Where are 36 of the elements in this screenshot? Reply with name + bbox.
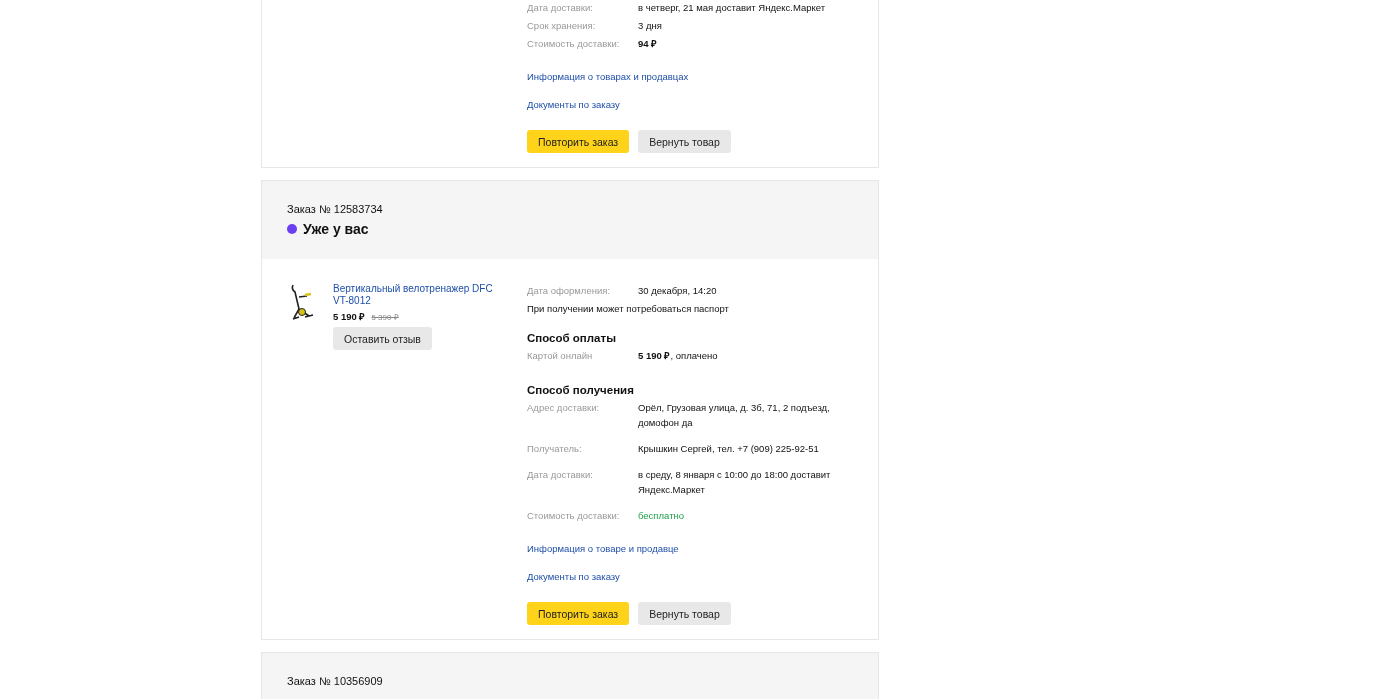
return-button[interactable]: Вернуть товар — [638, 130, 731, 153]
detail-value: в среду, 8 января с 10:00 до 18:00 доставит Яндекс.Маркет — [638, 468, 832, 497]
repeat-order-button[interactable]: Повторить заказ — [527, 602, 630, 625]
detail-value: 94 ₽ — [638, 37, 659, 51]
repeat-order-button[interactable]: Повторить заказ — [527, 130, 630, 153]
detail-label: Адрес доставки: — [527, 401, 601, 415]
detail-note: При получении может потребоваться паспорт — [527, 303, 730, 314]
return-button[interactable]: Вернуть товар — [638, 602, 731, 625]
detail-label: Стоимость доставки: — [527, 509, 621, 523]
detail-label: Стоимость доставки: — [527, 37, 621, 51]
detail-value: бесплатно — [638, 509, 685, 523]
detail-value: в четверг, 21 мая доставит Яндекс.Маркет — [638, 1, 827, 15]
product-link[interactable]: Вертикальный велотренажер DFC VT-8012 — [333, 283, 493, 307]
detail-value: Крышкин Сергей, тел. +7 (909) 225-92-51 — [638, 442, 820, 456]
order-link[interactable]: Информация о товаре и продавце — [527, 543, 679, 554]
detail-value: Орёл, Грузовая улица, д. 3б, 71, 2 подъезд, домофон да — [638, 401, 831, 430]
detail-value: 30 декабря, 14:20 — [638, 284, 718, 298]
order-number: Заказ № 12583734 — [287, 203, 384, 215]
product-price: 5 190 ₽ — [333, 310, 366, 323]
detail-label: Дата доставки: — [527, 1, 594, 15]
section-heading: Способ оплаты — [527, 332, 617, 344]
order-number: Заказ № 10356909 — [287, 675, 384, 687]
section-heading: Способ получения — [527, 384, 635, 396]
detail-label: Срок хранения: — [527, 19, 597, 33]
order-status: Уже у вас — [303, 221, 369, 237]
order-link[interactable]: Документы по заказу — [527, 99, 620, 110]
detail-label: Получатель: — [527, 442, 583, 456]
old-price: 5 390 ₽ — [371, 312, 399, 322]
detail-label: Картой онлайн — [527, 349, 594, 363]
detail-label: Дата доставки: — [527, 468, 594, 482]
detail-value: 3 дня — [638, 19, 663, 33]
detail-label: Дата оформления: — [527, 284, 612, 298]
order-link[interactable]: Документы по заказу — [527, 571, 620, 582]
review-button[interactable]: Оставить отзыв — [333, 327, 432, 350]
detail-value: 5 190 ₽, оплачено — [638, 349, 719, 363]
order-link[interactable]: Информация о товарах и продавцах — [527, 71, 689, 82]
